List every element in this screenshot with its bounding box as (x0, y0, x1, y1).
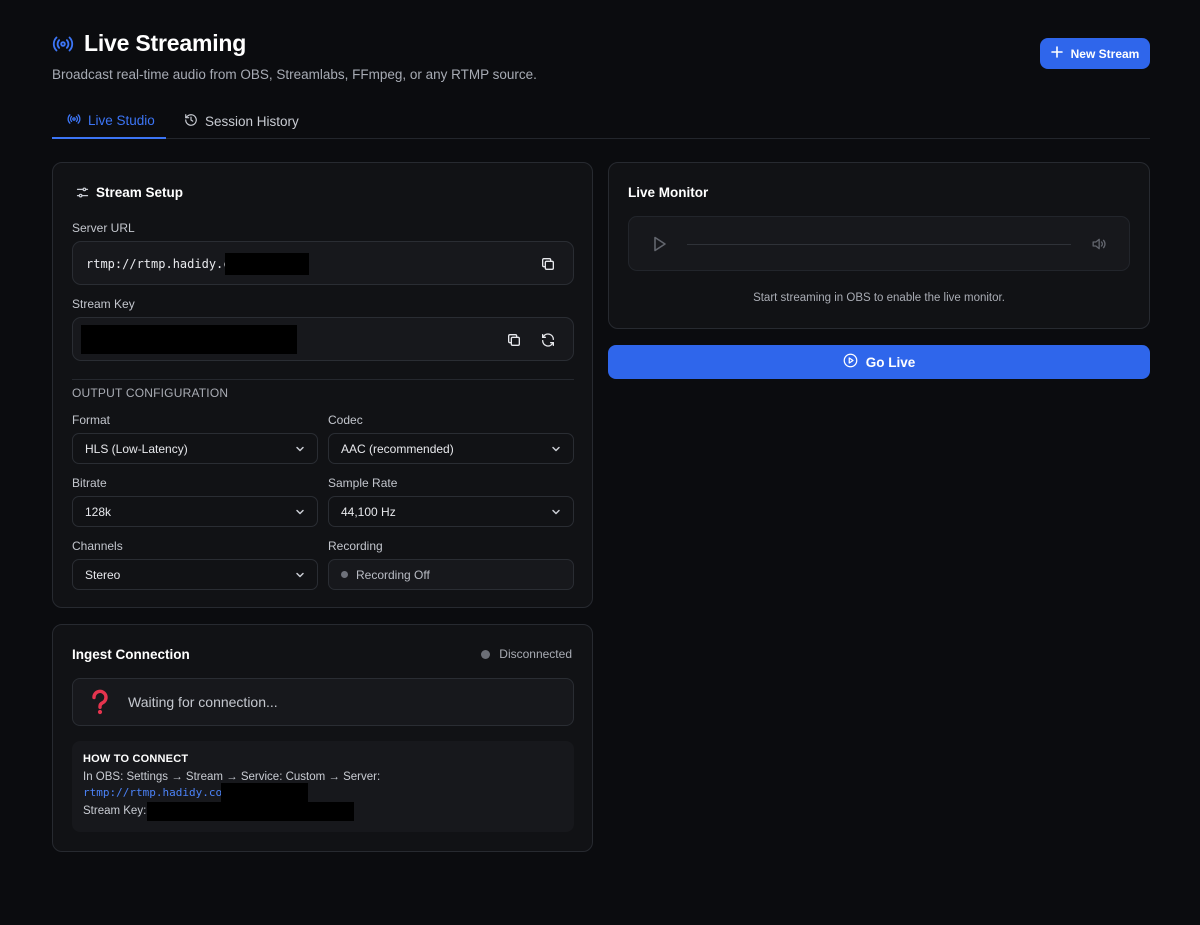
waiting-panel: Waiting for connection... (72, 678, 574, 726)
tab-label: Live Studio (88, 113, 155, 128)
card-title: Live Monitor (628, 185, 709, 200)
card-title: Stream Setup (96, 185, 184, 200)
new-stream-label: New Stream (1070, 46, 1140, 61)
play-circle-icon (843, 353, 858, 371)
go-live-label: Go Live (865, 354, 916, 370)
broadcast-icon (52, 33, 74, 55)
card-title: Ingest Connection (72, 647, 190, 662)
page-title: Live Streaming (84, 30, 247, 56)
channels-select[interactable]: Stereo (72, 559, 318, 590)
sliders-icon (72, 182, 92, 202)
new-stream-button[interactable]: New Stream (1040, 38, 1150, 69)
recording-toggle[interactable]: Recording Off (328, 559, 574, 590)
chevron-down-icon (294, 443, 306, 458)
connection-status: Disconnected (481, 647, 572, 661)
tab-session-history[interactable]: Session History (184, 104, 299, 139)
play-icon[interactable] (653, 236, 667, 257)
broadcast-icon (67, 112, 81, 129)
how-to-connect-panel: HOW TO CONNECT In OBS: Settings → Stream… (72, 741, 574, 832)
recording-value: Recording Off (356, 567, 430, 582)
sample-rate-value: 44,100 Hz (341, 504, 396, 519)
page-header: Live Streaming Broadcast real-time audio… (52, 30, 537, 82)
status-dot (481, 649, 491, 659)
chevron-down-icon (550, 506, 562, 521)
stream-setup-card: Stream Setup Server URL rtmp://rtmp.hadi… (52, 162, 593, 608)
history-icon (184, 113, 198, 130)
status-text: Disconnected (499, 647, 572, 661)
audio-player (628, 216, 1130, 271)
redacted-block (81, 325, 297, 354)
divider (72, 379, 574, 380)
live-monitor-card: Live Monitor Start streaming in OBS to e… (608, 162, 1150, 329)
format-value: HLS (Low-Latency) (85, 441, 188, 456)
server-url-value: rtmp://rtmp.hadidy.com (86, 257, 245, 271)
how-to-instructions: In OBS: Settings → Stream → Service: Cus… (83, 771, 381, 783)
how-to-server-url: rtmp://rtmp.hadidy.com (83, 786, 229, 799)
server-url-field[interactable]: rtmp://rtmp.hadidy.com (72, 241, 574, 285)
waiting-text: Waiting for connection... (128, 694, 278, 710)
sample-rate-select[interactable]: 44,100 Hz (328, 496, 574, 527)
chevron-down-icon (294, 569, 306, 584)
copy-icon[interactable] (538, 254, 558, 274)
bitrate-value: 128k (85, 504, 112, 519)
redacted-block (147, 802, 354, 821)
sample-rate-label: Sample Rate (328, 476, 398, 490)
format-select[interactable]: HLS (Low-Latency) (72, 433, 318, 464)
bitrate-select[interactable]: 128k (72, 496, 318, 527)
chevron-down-icon (294, 506, 306, 521)
chevron-down-icon (550, 443, 562, 458)
redacted-block (225, 253, 309, 275)
refresh-icon[interactable] (538, 330, 558, 350)
volume-icon[interactable] (1090, 236, 1107, 257)
go-live-button[interactable]: Go Live (608, 345, 1150, 379)
tab-label: Session History (205, 114, 299, 129)
monitor-hint: Start streaming in OBS to enable the liv… (753, 292, 1005, 304)
copy-icon[interactable] (504, 330, 524, 350)
how-to-stream-key-label: Stream Key: (83, 805, 147, 817)
stream-key-label: Stream Key (72, 297, 135, 311)
ingest-connection-card: Ingest Connection Disconnected Waiting f… (52, 624, 593, 852)
progress-track[interactable] (687, 244, 1071, 245)
tab-bar: Live Studio Session History (52, 104, 1150, 139)
server-url-label: Server URL (72, 221, 135, 235)
recording-label: Recording (328, 539, 383, 553)
question-mark-icon (90, 689, 110, 720)
format-label: Format (72, 413, 111, 427)
redacted-block (221, 783, 308, 802)
tab-live-studio[interactable]: Live Studio (52, 104, 166, 139)
how-to-title: HOW TO CONNECT (83, 753, 189, 765)
channels-label: Channels (72, 539, 123, 553)
codec-value: AAC (recommended) (341, 441, 454, 456)
output-config-caption: OUTPUT CONFIGURATION (72, 386, 229, 400)
page-subtitle: Broadcast real-time audio from OBS, Stre… (52, 67, 537, 82)
codec-label: Codec (328, 413, 363, 427)
stream-key-field[interactable] (72, 317, 574, 361)
channels-value: Stereo (85, 567, 121, 582)
bitrate-label: Bitrate (72, 476, 107, 490)
recording-status-dot (341, 571, 348, 578)
plus-icon (1050, 46, 1063, 61)
codec-select[interactable]: AAC (recommended) (328, 433, 574, 464)
